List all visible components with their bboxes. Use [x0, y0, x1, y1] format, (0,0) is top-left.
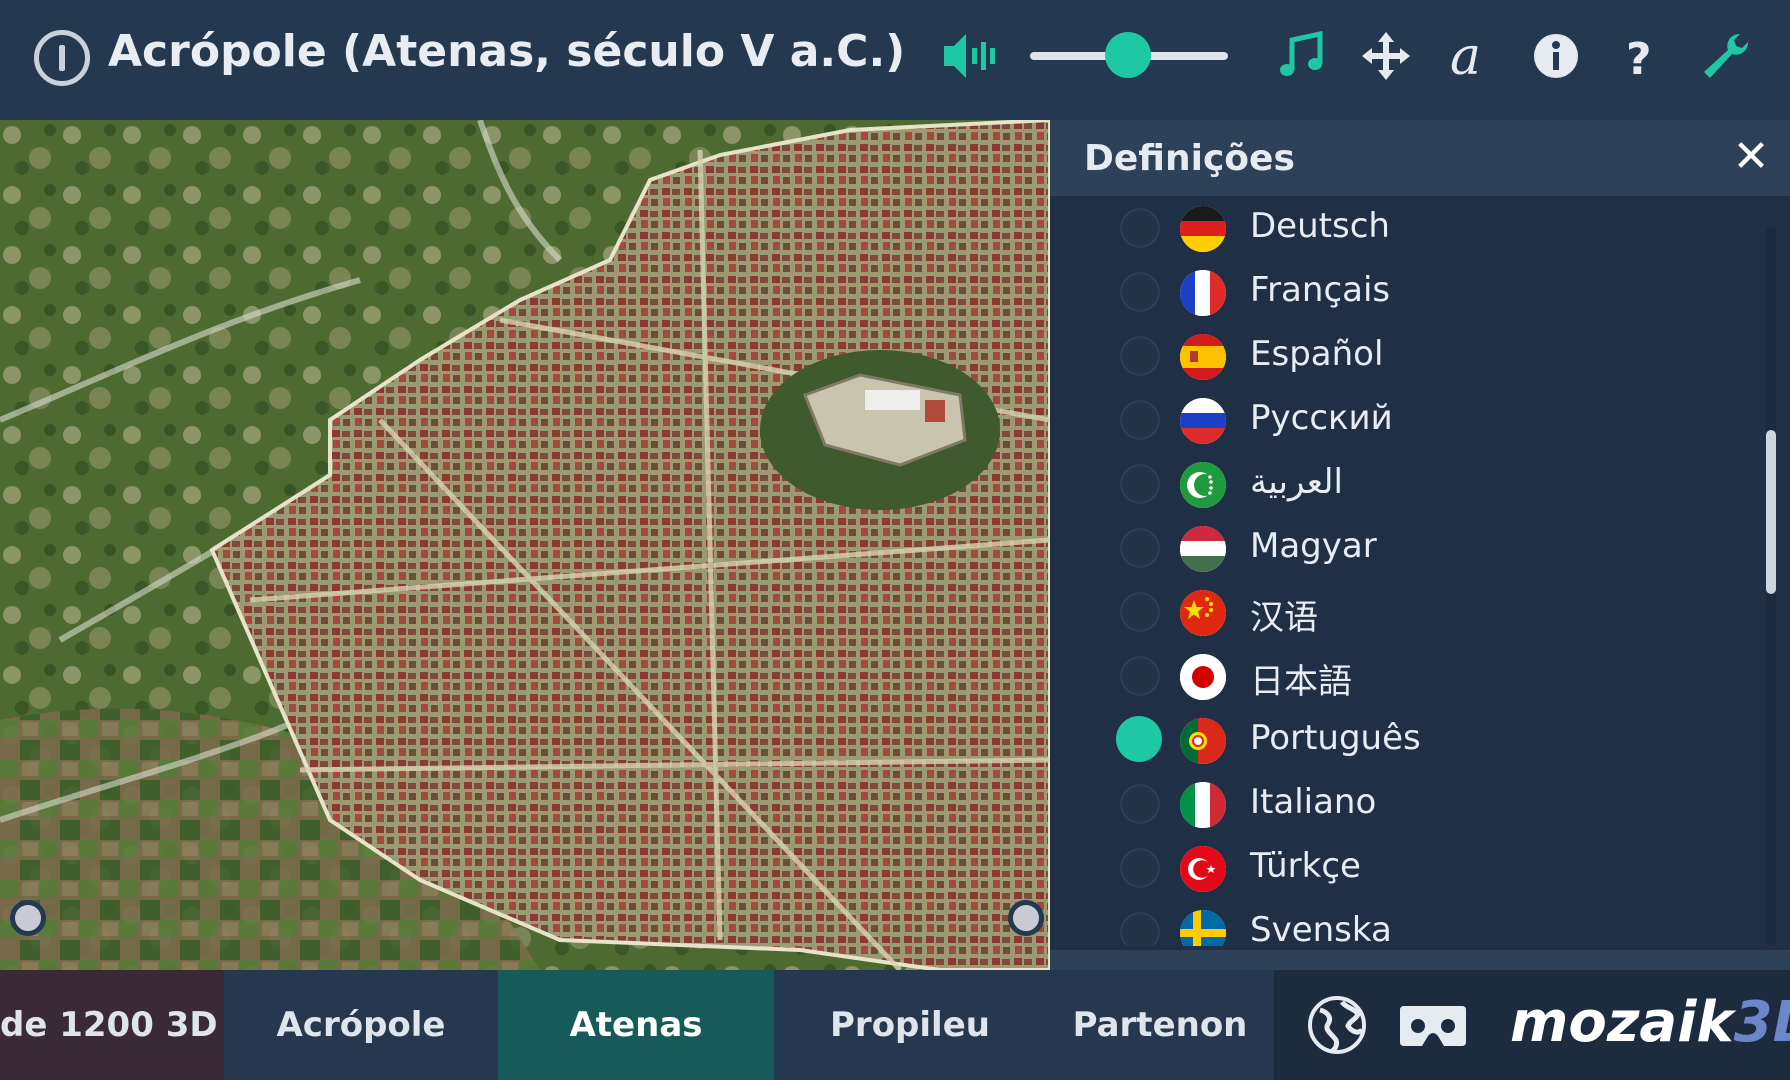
language-option-espanol[interactable]: Español	[1050, 324, 1750, 388]
comoros-flag	[1180, 462, 1226, 508]
header-bar: Acrópole (Atenas, século V a.C.) a ?	[0, 0, 1790, 120]
bottom-bar: de 1200 3D Acrópole Atenas Propileu Part…	[0, 970, 1790, 1080]
map-handle-right[interactable]	[1008, 900, 1044, 936]
language-option-chinese[interactable]: 汉语	[1050, 580, 1750, 644]
portugal-flag	[1180, 718, 1226, 764]
language-radio[interactable]	[1120, 592, 1160, 632]
settings-panel: Definições ✕ Deutsch Français Español Ру…	[1050, 120, 1790, 970]
settings-title: Definições	[1084, 138, 1295, 179]
language-radio[interactable]	[1120, 336, 1160, 376]
wrench-icon[interactable]	[1698, 28, 1754, 84]
volume-icon[interactable]	[944, 32, 1000, 80]
language-option-russian[interactable]: Русский	[1050, 388, 1750, 452]
language-option-arabic[interactable]: العربية	[1050, 452, 1750, 516]
help-icon[interactable]: ?	[1612, 28, 1668, 84]
language-option-portugues[interactable]: Português	[1050, 708, 1750, 772]
font-icon[interactable]: a	[1442, 28, 1498, 84]
language-option-svenska[interactable]: Svenska	[1050, 900, 1750, 946]
language-list: Deutsch Français Español Русский العربية…	[1050, 196, 1790, 946]
power-icon[interactable]	[34, 30, 90, 86]
vr-headset-icon[interactable]	[1398, 1002, 1468, 1050]
brand-logo-text: mozaik	[1510, 990, 1734, 1055]
globe-icon[interactable]	[1306, 994, 1368, 1056]
language-option-japanese[interactable]: 日本語	[1050, 644, 1750, 708]
tab-propileu[interactable]: Propileu	[774, 970, 1046, 1080]
tab-partenon[interactable]: Partenon	[1046, 970, 1274, 1080]
china-flag	[1180, 590, 1226, 636]
language-radio[interactable]	[1120, 656, 1160, 696]
spain-flag	[1180, 334, 1226, 380]
turkey-flag	[1180, 846, 1226, 892]
language-option-deutsch[interactable]: Deutsch	[1050, 196, 1750, 260]
language-radio[interactable]	[1120, 912, 1160, 946]
close-icon[interactable]: ✕	[1726, 132, 1776, 182]
brand-logo: mozaik3D	[1510, 990, 1790, 1055]
language-option-francais[interactable]: Français	[1050, 260, 1750, 324]
settings-panel-header: Definições ✕	[1050, 120, 1790, 196]
language-radio[interactable]	[1120, 848, 1160, 888]
scrollbar-thumb[interactable]	[1766, 430, 1776, 594]
hungary-flag	[1180, 526, 1226, 572]
language-radio[interactable]	[1120, 528, 1160, 568]
tab-acropole[interactable]: Acrópole	[224, 970, 498, 1080]
map-handle-left[interactable]	[10, 900, 46, 936]
svg-text:a: a	[1450, 30, 1481, 82]
language-label: Italiano	[1250, 782, 1377, 822]
language-label: Svenska	[1250, 910, 1392, 946]
page-title: Acrópole (Atenas, século V a.C.)	[108, 26, 906, 77]
language-label: Português	[1250, 718, 1421, 758]
russia-flag	[1180, 398, 1226, 444]
move-icon[interactable]	[1358, 28, 1414, 84]
language-label: 日本語	[1250, 662, 1352, 702]
language-option-italiano[interactable]: Italiano	[1050, 772, 1750, 836]
japan-flag	[1180, 654, 1226, 700]
tab-atenas[interactable]: Atenas	[498, 970, 774, 1080]
music-icon[interactable]	[1274, 28, 1330, 84]
language-radio-selected[interactable]	[1116, 716, 1162, 762]
sweden-flag	[1180, 910, 1226, 946]
map-image	[0, 120, 1050, 970]
language-label: Magyar	[1250, 526, 1377, 566]
language-radio[interactable]	[1120, 272, 1160, 312]
brand-logo-3d: 3D	[1733, 990, 1790, 1055]
italy-flag	[1180, 782, 1226, 828]
language-option-magyar[interactable]: Magyar	[1050, 516, 1750, 580]
language-label: Español	[1250, 334, 1384, 374]
tab-de-1200-3d[interactable]: de 1200 3D	[0, 970, 224, 1080]
germany-flag	[1180, 206, 1226, 252]
language-label: العربية	[1250, 462, 1343, 502]
city-map-view[interactable]	[0, 120, 1050, 970]
language-label: 汉语	[1250, 598, 1318, 638]
info-icon[interactable]	[1528, 28, 1584, 84]
language-label: Deutsch	[1250, 206, 1390, 246]
settings-panel-footer	[1050, 950, 1790, 970]
language-label: Русский	[1250, 398, 1393, 438]
language-option-turkce[interactable]: Türkçe	[1050, 836, 1750, 900]
language-radio[interactable]	[1120, 464, 1160, 504]
language-label: Français	[1250, 270, 1391, 310]
language-label: Türkçe	[1250, 846, 1361, 886]
language-radio[interactable]	[1120, 400, 1160, 440]
france-flag	[1180, 270, 1226, 316]
language-radio[interactable]	[1120, 784, 1160, 824]
volume-slider-thumb[interactable]	[1105, 32, 1151, 78]
svg-text:?: ?	[1626, 34, 1652, 82]
language-radio[interactable]	[1120, 208, 1160, 248]
